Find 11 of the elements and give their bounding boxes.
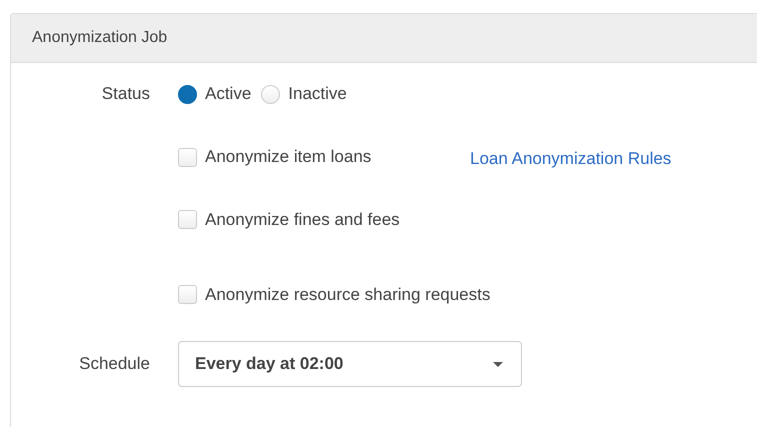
- schedule-dropdown[interactable]: Every day at 02:00: [178, 341, 522, 387]
- anonymize-checkbox[interactable]: Anonymize fines and fees: [178, 210, 470, 230]
- anonymize-checkbox[interactable]: Anonymize item loans: [178, 147, 470, 167]
- schedule-label: Schedule: [79, 354, 150, 374]
- rules-link[interactable]: Loan Anonymization Rules: [470, 149, 672, 169]
- caret-icon: [493, 362, 503, 366]
- anonymize-checkbox[interactable]: Anonymize resource sharing requests: [178, 284, 490, 304]
- panel-title: Anonymization Job: [32, 29, 168, 47]
- status-radio[interactable]: Inactive: [261, 84, 347, 104]
- status-label: Status: [102, 84, 150, 104]
- status-radio[interactable]: Active: [178, 84, 252, 104]
